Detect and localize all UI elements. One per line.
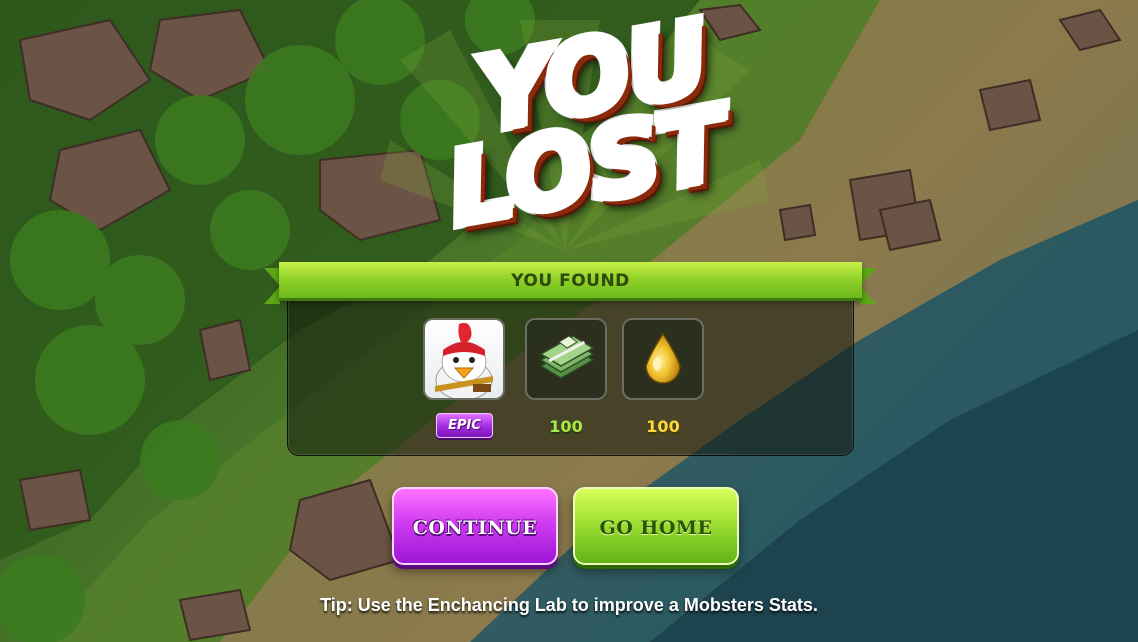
rewards-header: YOU FOUND <box>511 271 630 291</box>
rarity-label: EPIC <box>448 418 481 433</box>
tip-text: Tip: Use the Enchancing Lab to improve a… <box>320 595 818 615</box>
continue-button[interactable]: CONTINUE <box>392 487 558 565</box>
oil-drop-icon <box>645 332 681 384</box>
reward-slot-mobster[interactable] <box>423 318 505 400</box>
game-scene: YOU LOST YOU LOST YOU FOUND <box>0 0 1138 642</box>
reward-slot-cash[interactable] <box>525 318 607 400</box>
chicken-mobster-icon <box>435 322 493 398</box>
continue-button-label: CONTINUE <box>412 517 538 539</box>
oil-amount: 100 <box>646 417 680 436</box>
banner-tail-right <box>860 268 876 304</box>
go-home-button[interactable]: GO HOME <box>573 487 739 565</box>
reward-slot-oil[interactable] <box>622 318 704 400</box>
cash-stack-icon <box>539 335 595 379</box>
go-home-button-label: GO HOME <box>599 517 713 539</box>
banner-tail-left <box>264 268 280 304</box>
cash-amount: 100 <box>549 417 583 436</box>
rewards-banner: YOU FOUND <box>279 262 862 298</box>
rarity-badge: EPIC <box>436 413 493 438</box>
